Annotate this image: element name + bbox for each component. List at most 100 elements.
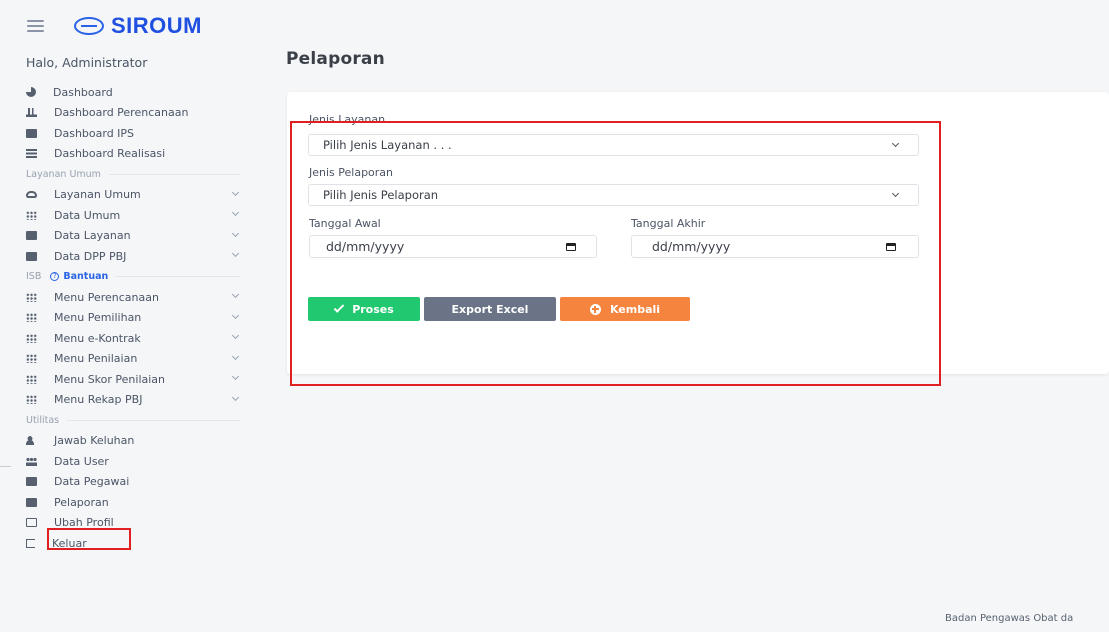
page-title: Pelaporan — [286, 49, 385, 69]
sidebar-item-menu-rekap-pbj[interactable]: Menu Rekap PBJ — [26, 390, 246, 411]
section-utilitas: Utilitas — [26, 410, 246, 431]
grid-icon — [26, 374, 37, 384]
sidebar-item-label: Data User — [54, 454, 109, 468]
sidebar-item-label: Jawab Keluhan — [54, 434, 135, 448]
chevron-down-icon — [231, 393, 240, 401]
sidebar-item-menu-e-kontrak[interactable]: Menu e-Kontrak — [26, 328, 246, 349]
users-icon — [26, 456, 37, 466]
proses-label: Proses — [352, 302, 394, 316]
sidebar-item-pelaporan[interactable]: Pelaporan — [26, 492, 246, 513]
sidebar-item-dashboard-ips[interactable]: Dashboard IPS — [26, 123, 246, 144]
chevron-down-icon — [231, 372, 240, 381]
sidebar-nav: Dashboard Dashboard Perencanaan Dashboar… — [26, 82, 246, 554]
sidebar-item-data-dpp-pbj[interactable]: Data DPP PBJ — [26, 246, 246, 267]
chevron-down-icon — [891, 189, 900, 198]
section-layanan-umum: Layanan Umum — [26, 164, 246, 185]
chevron-down-icon — [231, 229, 240, 237]
sidebar-item-jawab-keluhan[interactable]: Jawab Keluhan — [26, 431, 246, 452]
section-label: Layanan Umum — [26, 168, 101, 180]
tanggal-akhir-input[interactable]: dd/mm/yyyy — [631, 235, 919, 258]
sidebar-item-layanan-umum[interactable]: Layanan Umum — [26, 185, 246, 206]
sidebar-item-data-umum[interactable]: Data Umum — [26, 205, 246, 226]
chevron-down-icon — [231, 188, 240, 196]
section-divider — [108, 173, 240, 175]
sidebar-item-label: Menu e-Kontrak — [54, 331, 141, 345]
sidebar-item-label: Menu Penilaian — [54, 352, 138, 366]
chevron-down-icon — [231, 290, 240, 299]
sidebar-item-data-pegawai[interactable]: Data Pegawai — [26, 472, 246, 493]
section-label: Utilitas — [26, 414, 60, 426]
section-divider — [116, 276, 240, 278]
tanggal-awal-input[interactable]: dd/mm/yyyy — [309, 235, 597, 258]
sidebar-item-dashboard[interactable]: Dashboard — [26, 82, 246, 103]
jenis-pelaporan-label: Jenis Pelaporan — [309, 166, 394, 179]
box-icon — [26, 231, 37, 241]
sidebar-item-menu-skor-penilaian[interactable]: Menu Skor Penilaian — [26, 369, 246, 390]
sidebar-item-label: Menu Perencanaan — [54, 290, 159, 304]
tanggal-awal-placeholder: dd/mm/yyyy — [326, 239, 405, 254]
proses-button[interactable]: Proses — [308, 297, 420, 321]
grid-icon — [26, 354, 37, 364]
report-icon — [26, 497, 37, 507]
chevron-down-icon — [231, 352, 240, 360]
chevron-down-icon — [891, 139, 900, 148]
calendar-icon[interactable] — [566, 243, 576, 251]
sidebar-item-label: Menu Skor Penilaian — [54, 372, 166, 386]
section-divider — [67, 419, 240, 421]
box-icon — [26, 128, 37, 138]
app-root: SIROUM Halo, Administrator Dashboard Das… — [0, 0, 1109, 632]
jenis-layanan-label: Jenis Layanan — [309, 113, 386, 126]
cloud-icon — [26, 191, 37, 199]
jenis-layanan-value: Pilih Jenis Layanan . . . — [323, 138, 452, 152]
footer-text: Badan Pengawas Obat da — [945, 613, 1074, 624]
brand[interactable]: SIROUM — [74, 13, 202, 39]
greeting: Halo, Administrator — [26, 55, 148, 70]
sidebar-item-menu-pemilihan[interactable]: Menu Pemilihan — [26, 308, 246, 329]
grid-icon — [26, 210, 37, 220]
section-isb: ISB ? Bantuan — [26, 267, 246, 288]
grid-icon — [26, 395, 37, 405]
jenis-pelaporan-value: Pilih Jenis Pelaporan — [323, 188, 439, 202]
grid-icon — [26, 333, 37, 343]
help-icon: ? — [50, 272, 60, 282]
sidebar-item-label: Dashboard Realisasi — [54, 147, 166, 161]
menu-toggle-icon[interactable] — [27, 20, 44, 32]
calendar-icon[interactable] — [886, 243, 896, 251]
bantuan-link[interactable]: Bantuan — [63, 271, 108, 282]
edge-divider — [0, 466, 11, 467]
tanggal-awal-label: Tanggal Awal — [309, 217, 381, 230]
logout-icon — [26, 538, 35, 548]
sidebar-item-label: Layanan Umum — [54, 188, 141, 202]
jenis-pelaporan-select[interactable]: Pilih Jenis Pelaporan — [308, 184, 919, 206]
chevron-down-icon — [231, 208, 240, 217]
section-label: ISB — [26, 271, 42, 283]
chevron-down-icon — [231, 331, 240, 340]
sidebar-item-dashboard-realisasi[interactable]: Dashboard Realisasi — [26, 144, 246, 165]
sidebar-item-data-layanan[interactable]: Data Layanan — [26, 226, 246, 247]
jenis-layanan-select[interactable]: Pilih Jenis Layanan . . . — [308, 134, 919, 156]
kembali-label: Kembali — [609, 302, 661, 316]
app-name: SIROUM — [111, 13, 202, 38]
bar-chart-icon — [26, 108, 37, 118]
sidebar-item-label: Data Umum — [54, 208, 121, 222]
id-card-icon — [26, 477, 37, 487]
kembali-button[interactable]: Kembali — [560, 297, 690, 321]
tanggal-akhir-placeholder: dd/mm/yyyy — [652, 239, 731, 254]
sidebar: Halo, Administrator Dashboard Dashboard … — [0, 44, 262, 632]
chevron-down-icon — [231, 311, 240, 319]
sidebar-item-label: Menu Rekap PBJ — [54, 393, 143, 407]
sidebar-item-label: Dashboard — [53, 85, 113, 99]
plus-circle-icon — [589, 303, 601, 315]
export-excel-button[interactable]: Export Excel — [424, 297, 556, 321]
list-icon — [26, 149, 37, 159]
sidebar-item-data-user[interactable]: Data User — [26, 451, 246, 472]
grid-icon — [26, 313, 37, 323]
annotation-box-ubah-profil — [47, 528, 131, 550]
check-icon — [333, 302, 345, 313]
sidebar-item-label: Pelaporan — [54, 495, 109, 509]
sidebar-item-menu-penilaian[interactable]: Menu Penilaian — [26, 349, 246, 370]
sidebar-item-label: Dashboard Perencanaan — [54, 106, 189, 120]
pie-chart-icon — [26, 87, 36, 98]
sidebar-item-dashboard-perencanaan[interactable]: Dashboard Perencanaan — [26, 103, 246, 124]
sidebar-item-menu-perencanaan[interactable]: Menu Perencanaan — [26, 287, 246, 308]
